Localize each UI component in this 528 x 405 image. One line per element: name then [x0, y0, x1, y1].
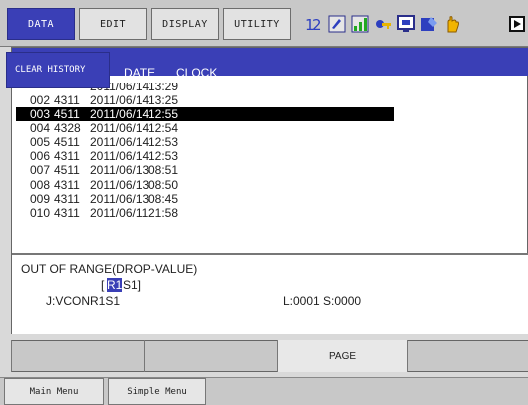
- date-header: DATE: [124, 66, 156, 80]
- row-time: 13:25: [148, 93, 179, 107]
- row-code: 4311: [54, 205, 80, 220]
- row-date: 2011/06/14: [90, 107, 150, 122]
- svg-text:2: 2: [312, 16, 322, 34]
- row-id: 002: [30, 93, 51, 107]
- row-id: 004: [30, 121, 51, 136]
- row-id: 005: [30, 135, 51, 150]
- row-code: 4511: [54, 135, 80, 150]
- softkey-4[interactable]: [407, 340, 528, 372]
- row-id: 003: [30, 107, 51, 122]
- alarm-param-open: [: [101, 278, 105, 292]
- menu-edit[interactable]: EDIT: [79, 8, 147, 40]
- row-code: 4311: [54, 93, 80, 107]
- row-id: 008: [30, 177, 51, 192]
- alarm-job: J:VCONR1S1: [46, 294, 121, 308]
- row-date: 2011/06/14: [90, 93, 150, 107]
- hand-icon[interactable]: [442, 14, 462, 34]
- key-icon[interactable]: [373, 14, 393, 34]
- table-row[interactable]: 006 4311 2011/06/14 12:53: [30, 149, 400, 163]
- row-time: 21:58: [148, 205, 179, 220]
- clear-history-menu-item[interactable]: CLEAR HISTORY: [6, 52, 110, 88]
- play-icon[interactable]: [508, 14, 526, 34]
- table-row[interactable]: 004 4328 2011/06/14 12:54: [30, 121, 400, 135]
- table-row[interactable]: 007 4511 2011/06/13 08:51: [30, 163, 400, 177]
- row-time: 12:55: [148, 107, 179, 122]
- page-softkey[interactable]: PAGE: [277, 340, 407, 372]
- table-row[interactable]: 002 4311 2011/06/14 13:25: [30, 93, 400, 107]
- simple-menu-button[interactable]: Simple Menu: [108, 378, 206, 405]
- row-date: 2011/06/13: [90, 191, 150, 206]
- row-time: 08:50: [148, 177, 179, 192]
- row-time: 12:53: [148, 149, 179, 164]
- row-id: 006: [30, 149, 51, 164]
- row-date: 2011/06/11: [90, 205, 149, 220]
- row-date: 2011/06/14: [90, 121, 150, 136]
- row-date: 2011/06/14: [90, 135, 150, 150]
- alarm-param-rest: S1]: [123, 278, 142, 292]
- clock-header: CLOCK: [176, 66, 218, 80]
- row-id: 007: [30, 163, 51, 178]
- table-row[interactable]: 003 4511 2011/06/14 12:55: [16, 107, 394, 122]
- menu-utility[interactable]: UTILITY: [223, 8, 291, 40]
- row-date: 2011/06/13: [90, 177, 150, 192]
- alarm-message: OUT OF RANGE(DROP-VALUE): [21, 262, 198, 276]
- row-time: 08:45: [148, 191, 179, 206]
- monitor-icon[interactable]: [396, 14, 416, 34]
- softkey-1[interactable]: [11, 340, 144, 372]
- row-id: 010: [30, 205, 51, 220]
- row-code: 4311: [54, 177, 80, 192]
- row-time: 12:54: [148, 121, 179, 136]
- alarm-param-highlight[interactable]: R1: [107, 278, 123, 292]
- history-list: 2011/06/14 13:29 002 4311 2011/06/14 13:25 0…: [16, 83, 400, 220]
- menu-display[interactable]: DISPLAY: [151, 8, 219, 40]
- screen-pencil-icon[interactable]: [419, 14, 439, 34]
- edit-box-icon[interactable]: [327, 14, 347, 34]
- row-code: 4511: [54, 107, 80, 122]
- menu-data[interactable]: DATA: [7, 8, 75, 40]
- main-menu-button[interactable]: Main Menu: [4, 378, 104, 405]
- row-time: 13:29: [148, 83, 179, 93]
- table-row[interactable]: 009 4311 2011/06/13 08:45: [30, 192, 400, 206]
- row-code: 4328: [54, 121, 81, 136]
- table-row[interactable]: 010 4311 2011/06/11 21:58: [30, 206, 400, 220]
- row-date: 2011/06/14: [90, 149, 150, 164]
- alarm-line-step: L:0001 S:0000: [283, 294, 362, 308]
- softkey-2[interactable]: [144, 340, 277, 372]
- row-code: 4311: [54, 191, 80, 206]
- row-code: 4511: [54, 163, 80, 178]
- chart-icon[interactable]: [350, 14, 370, 34]
- numbers-swap-icon[interactable]: 12: [304, 14, 324, 34]
- table-row[interactable]: 005 4511 2011/06/14 12:53: [30, 135, 400, 149]
- row-time: 12:53: [148, 135, 179, 150]
- table-row[interactable]: 008 4311 2011/06/13 08:50: [30, 178, 400, 192]
- row-date: 2011/06/13: [90, 163, 150, 178]
- row-code: 4311: [54, 149, 80, 164]
- row-id: 009: [30, 191, 51, 206]
- row-time: 08:51: [148, 163, 179, 178]
